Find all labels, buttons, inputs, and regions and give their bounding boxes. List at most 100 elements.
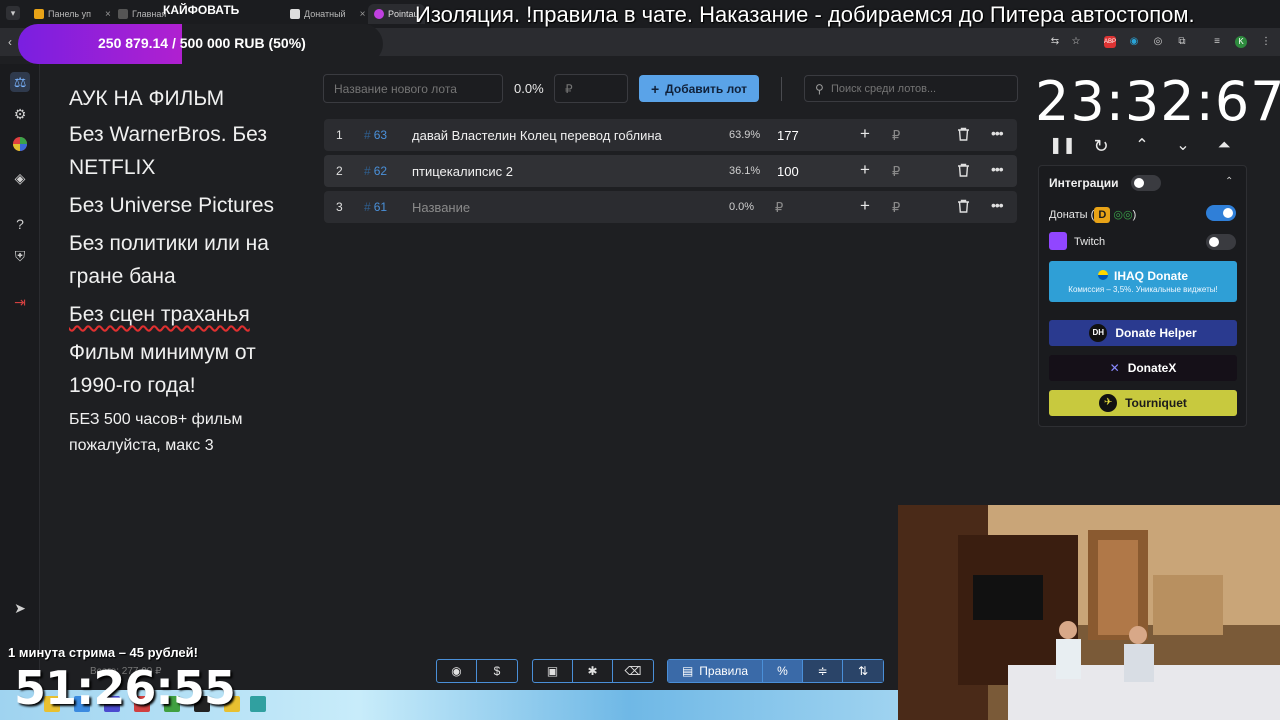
donation-logo-icon: D	[1094, 207, 1111, 223]
lot-id[interactable]: #62	[364, 164, 387, 178]
extension-icon[interactable]: ◎	[1152, 36, 1164, 48]
hash-symbol: #	[364, 128, 371, 142]
list-icon[interactable]: ≡	[1211, 36, 1223, 48]
app-icon[interactable]	[250, 696, 266, 712]
gavel-icon[interactable]: ⚖	[10, 72, 30, 92]
add-amount-button[interactable]: +	[860, 124, 870, 144]
trash-icon[interactable]	[957, 199, 970, 216]
gear-icon[interactable]: ⚙	[10, 104, 30, 124]
list-icon: ▤	[681, 664, 694, 678]
rules-button[interactable]: ▤ Правила	[668, 660, 763, 682]
webcam-image	[898, 505, 1280, 720]
donations-label: Донаты (D ◎◎)	[1049, 207, 1137, 223]
goal-progress: 250 879.14 / 500 000 RUB (50%)	[98, 35, 306, 51]
lot-percent: 0.0%	[729, 201, 755, 213]
lot-id[interactable]: #61	[364, 200, 387, 214]
menu-icon[interactable]: ⋮	[1260, 36, 1272, 48]
lot-percent: 63.9%	[729, 129, 761, 141]
clear-icon[interactable]: ⌫	[613, 660, 653, 682]
pause-icon[interactable]: ❚❚	[1049, 135, 1076, 157]
tab-favicon-icon	[118, 9, 128, 19]
more-icon[interactable]: •••	[991, 161, 1004, 177]
close-tab-icon[interactable]: ×	[105, 9, 111, 20]
webcam-feed	[898, 505, 1280, 720]
wheel-icon[interactable]	[10, 136, 30, 156]
amount-input[interactable]: ₽	[892, 128, 900, 144]
lot-amount[interactable]: ₽	[775, 200, 783, 216]
lot-amount[interactable]: 177	[777, 128, 799, 143]
rule-note: БЕЗ 500 часов+ фильм пожалуйста, макс 3	[69, 411, 243, 454]
hash-symbol: #	[364, 164, 371, 178]
layers-icon[interactable]: ◈	[10, 168, 30, 188]
more-icon[interactable]: •••	[991, 125, 1004, 141]
trash-icon[interactable]	[957, 127, 970, 144]
toggle-knob	[1209, 237, 1219, 247]
telegram-icon[interactable]: ➤	[10, 598, 30, 618]
lot-percent: 36.1%	[729, 165, 761, 177]
close-tab-icon[interactable]: ×	[360, 9, 366, 20]
bug-icon[interactable]: ✱	[573, 660, 613, 682]
amount-input[interactable]	[554, 74, 628, 103]
integrations-toggle[interactable]	[1131, 175, 1161, 191]
donations-toggle[interactable]	[1206, 205, 1236, 221]
stream-ticker: Изоляция. !правила в чате. Наказание - д…	[415, 2, 1195, 27]
donatex-button[interactable]: ✕ DonateX	[1049, 355, 1237, 381]
chevron-up-icon[interactable]: ⌃	[1225, 176, 1233, 187]
tab-search-button[interactable]: ▾	[6, 6, 20, 20]
donate-helper-button[interactable]: DH Donate Helper	[1049, 320, 1237, 346]
rule-line: Фильм минимум от 1990-го года!	[69, 341, 256, 397]
chevron-down-icon[interactable]: ⌄	[1172, 135, 1194, 157]
ihaq-subtitle: Комиссия – 3,5%. Уникальные виджеты!	[1068, 285, 1218, 294]
tourniquet-icon: ✈	[1099, 394, 1118, 412]
lot-amount[interactable]: 100	[777, 164, 799, 179]
logout-icon[interactable]: ⇥	[10, 292, 30, 312]
donatex-icon: ✕	[1109, 361, 1120, 375]
trash-icon[interactable]	[957, 163, 970, 180]
profile-icon[interactable]: K	[1235, 36, 1247, 48]
percent-toggle-icon[interactable]: %	[763, 660, 803, 682]
tab-favicon-icon	[34, 9, 44, 19]
compress-icon[interactable]: ≑	[803, 660, 843, 682]
add-lot-button[interactable]: + Добавить лот	[639, 75, 759, 102]
back-icon[interactable]: ‹	[8, 35, 12, 49]
search-input[interactable]	[831, 79, 1011, 99]
ihaq-donate-button[interactable]: IHAQ Donate Комиссия – 3,5%. Уникальные …	[1049, 261, 1237, 302]
search-box[interactable]: ⚲	[804, 75, 1018, 102]
extension-icon[interactable]: ◉	[1128, 36, 1140, 48]
sort-icon[interactable]: ⇅	[843, 660, 883, 682]
add-lot-label: Добавить лот	[665, 81, 747, 96]
lot-name-input[interactable]	[323, 74, 503, 103]
app-sidebar: ⚖ ⚙ ◈ ? ⛨ ⇥ ➤	[0, 64, 40, 690]
browser-tab[interactable]: Панель уп ×	[28, 4, 117, 24]
translate-icon[interactable]: ⇆	[1049, 36, 1061, 48]
add-amount-button[interactable]: +	[860, 196, 870, 216]
help-icon[interactable]: ?	[10, 214, 30, 234]
add-amount-button[interactable]: +	[860, 160, 870, 180]
lot-name[interactable]: Название	[412, 200, 470, 215]
star-icon[interactable]: ☆	[1070, 36, 1082, 48]
twitch-icon	[1049, 232, 1067, 250]
double-up-icon[interactable]: ⏶	[1213, 135, 1235, 157]
chevron-up-icon[interactable]: ⌃	[1131, 135, 1153, 157]
more-icon[interactable]: •••	[991, 197, 1004, 213]
twitch-toggle[interactable]	[1206, 234, 1236, 250]
rules-heading: АУК НА ФИЛЬМ	[69, 87, 225, 110]
abp-icon[interactable]: ABP	[1104, 36, 1116, 48]
amount-input[interactable]: ₽	[892, 200, 900, 216]
amount-input[interactable]: ₽	[892, 164, 900, 180]
shield-icon[interactable]: ⛨	[10, 246, 30, 266]
github-icon[interactable]: ◉	[437, 660, 477, 682]
lot-id[interactable]: #63	[364, 128, 387, 142]
reset-icon[interactable]: ↻	[1090, 135, 1112, 157]
lot-name[interactable]: давай Властелин Колец перевод гоблина	[412, 128, 662, 143]
twitch-label: Twitch	[1074, 236, 1106, 248]
save-icon[interactable]: ▣	[533, 660, 573, 682]
tourniquet-button[interactable]: ✈ Tourniquet	[1049, 390, 1237, 416]
puzzle-icon[interactable]: ⧉	[1176, 36, 1188, 48]
dollar-icon[interactable]: $	[477, 660, 517, 682]
browser-tab[interactable]: Донатный ×	[284, 4, 371, 24]
integrations-panel: Интеграции ⌃ Донаты (D ◎◎) Twitch IHAQ D…	[1038, 165, 1247, 427]
ihaq-icon	[1097, 270, 1108, 280]
lot-name[interactable]: птицекалипсис 2	[412, 164, 513, 179]
lot-index: 1	[336, 128, 343, 142]
